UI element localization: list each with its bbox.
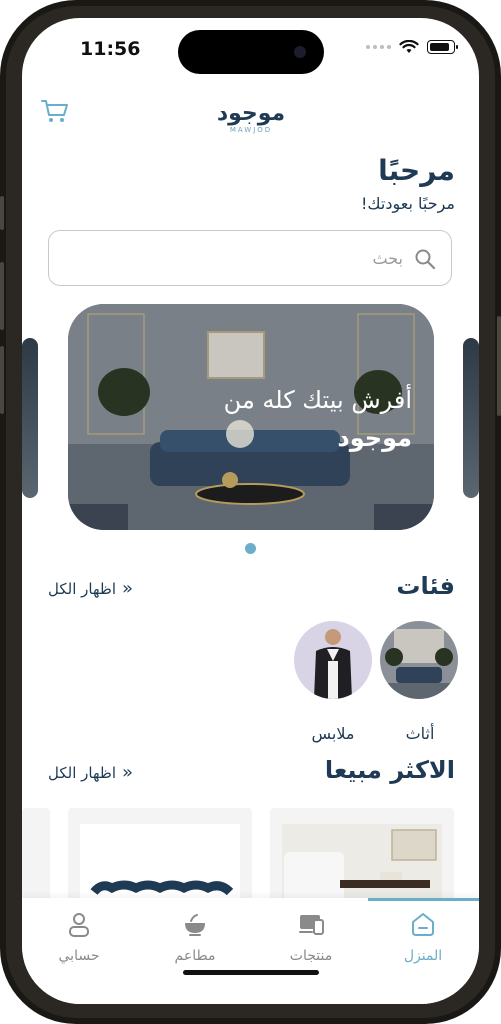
bowl-icon — [185, 914, 205, 936]
mute-switch — [0, 196, 4, 230]
battery-icon — [427, 40, 458, 54]
carousel-indicator — [245, 543, 256, 554]
tab-home[interactable]: المنزل — [368, 906, 478, 966]
welcome-title: مرحبًا — [378, 154, 455, 187]
home-icon — [412, 913, 434, 936]
bestsellers-see-all-link[interactable]: « اظهار الكل — [48, 762, 133, 783]
promo-banner[interactable]: أفرش بيتك كله من موجود — [68, 304, 434, 530]
app-screen: 11:56 موجود MAWJOD مرحبًا مرحبًا بعودتك!… — [22, 18, 479, 1004]
banner-next-peek[interactable] — [463, 338, 479, 498]
categories-see-all-link[interactable]: « اظهار الكل — [48, 578, 133, 599]
tab-account-label: حسابي — [58, 948, 100, 964]
volume-down-button — [0, 346, 4, 414]
tab-products-label: منتجات — [289, 948, 333, 964]
dynamic-island — [178, 30, 324, 74]
logo-arabic: موجود — [216, 101, 286, 126]
bestsellers-title: الاكثر مبيعا — [324, 756, 455, 784]
furniture-thumbnail — [380, 621, 458, 699]
product-card[interactable] — [22, 808, 50, 908]
home-indicator — [183, 970, 319, 975]
banner-headline: أفرش بيتك كله من — [223, 386, 412, 414]
welcome-subtitle: مرحبًا بعودتك! — [361, 194, 455, 213]
banner-prev-peek[interactable] — [22, 338, 38, 498]
power-button — [497, 316, 501, 416]
product-card[interactable] — [270, 808, 454, 908]
app-logo: موجود MAWJOD — [210, 102, 292, 142]
category-furniture-label[interactable]: أثاث — [400, 724, 440, 743]
search-placeholder: بحث — [372, 249, 404, 268]
search-input[interactable]: بحث — [48, 230, 452, 286]
volume-up-button — [0, 262, 4, 330]
status-time: 11:56 — [80, 38, 141, 60]
wifi-icon — [399, 40, 419, 53]
tab-home-label: المنزل — [403, 948, 443, 964]
category-clothing-label[interactable]: ملابس — [302, 724, 364, 743]
signal-icon — [366, 45, 391, 49]
active-tab-indicator — [368, 898, 479, 901]
search-icon — [415, 249, 436, 270]
banner-image — [68, 304, 434, 530]
bottom-tab-bar: المنزل منتجات مطاعم حسابي — [22, 898, 479, 1004]
category-clothing-image[interactable] — [294, 621, 372, 699]
tab-products[interactable]: منتجات — [256, 906, 366, 966]
devices-icon — [299, 915, 324, 935]
product-image — [282, 824, 442, 908]
product-card[interactable] — [68, 808, 252, 908]
clothing-thumbnail — [294, 621, 372, 699]
banner-brand: موجود — [337, 424, 412, 452]
bestsellers-see-all-label: اظهار الكل — [48, 763, 116, 782]
tab-account[interactable]: حسابي — [24, 906, 134, 966]
category-furniture-image[interactable] — [380, 621, 458, 699]
tab-restaurants-label: مطاعم — [174, 948, 216, 964]
status-icons — [366, 40, 458, 54]
categories-see-all-label: اظهار الكل — [48, 579, 116, 598]
logo-english: MAWJOD — [229, 126, 273, 134]
chevron-double-left-icon: « — [121, 578, 133, 599]
cart-icon[interactable] — [40, 98, 70, 124]
user-icon — [69, 913, 89, 937]
status-bar: 11:56 — [22, 18, 479, 78]
tab-restaurants[interactable]: مطاعم — [140, 906, 250, 966]
chevron-double-left-icon: « — [121, 762, 133, 783]
categories-title: فئات — [396, 572, 455, 600]
camera-icon — [294, 46, 306, 58]
product-image — [80, 824, 240, 908]
